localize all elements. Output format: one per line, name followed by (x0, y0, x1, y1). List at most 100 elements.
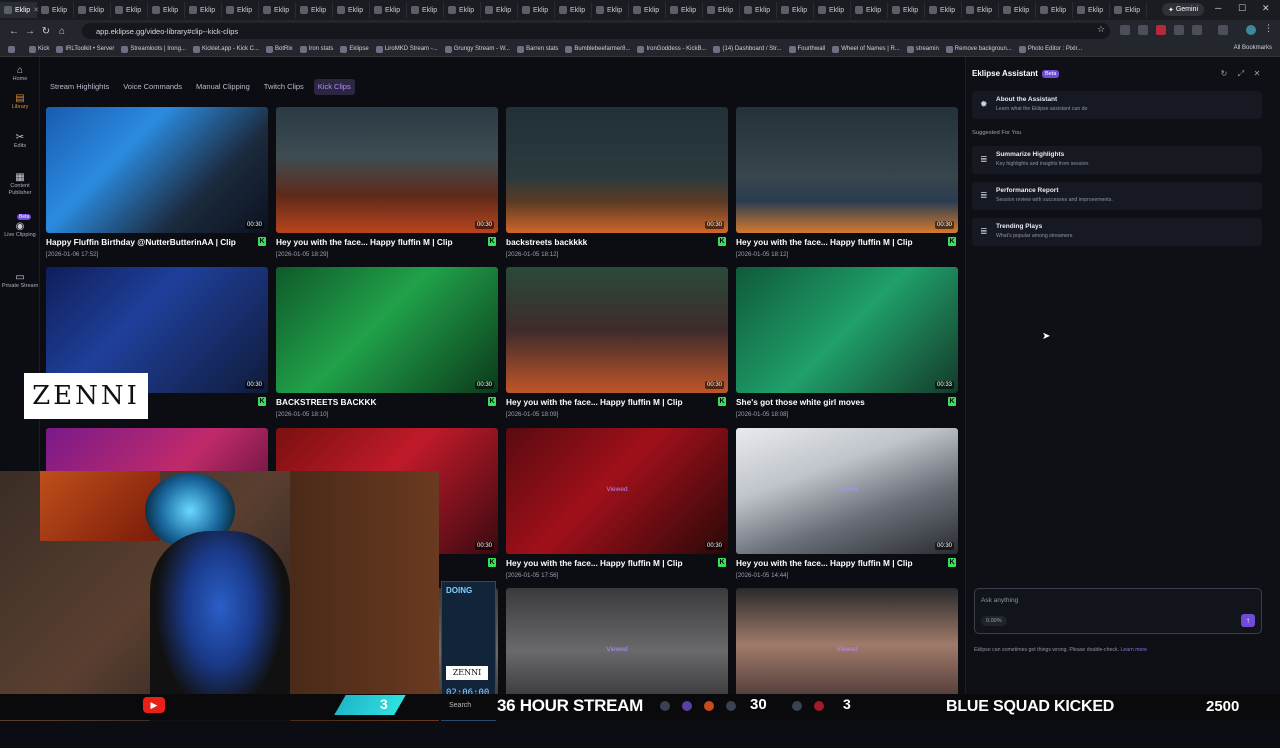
bookmark-item[interactable]: Grungy Stream - W... (444, 45, 510, 53)
suggestion-summarize-highlights[interactable]: ≣ Summarize Highlights Key highlights an… (972, 146, 1262, 174)
extension-icon[interactable] (1156, 25, 1166, 35)
browser-tab[interactable]: Eklip (925, 2, 962, 18)
expand-icon[interactable]: ⤢ (1236, 69, 1246, 79)
bookmark-item[interactable]: Bumblebeefarmer8... (565, 45, 630, 53)
browser-tab[interactable]: Eklip (111, 2, 148, 18)
refresh-icon[interactable]: ↻ (1219, 69, 1229, 78)
bookmark-item[interactable]: LiroMKD Stream -... (375, 45, 438, 53)
clip-thumbnail[interactable]: 00:30 (506, 107, 728, 233)
browser-tab[interactable]: Eklip (1110, 2, 1147, 18)
clip-card[interactable]: 00:30 Happy Fluffin Birthday @NutterButte… (46, 107, 268, 267)
clip-thumbnail[interactable]: 00:33 (736, 267, 958, 393)
clip-thumbnail[interactable]: 00:30 (276, 107, 498, 233)
menu-icon[interactable]: ⋮ (1264, 23, 1274, 33)
bookmark-star-icon[interactable]: ☆ (1097, 24, 1107, 34)
browser-tab[interactable]: Eklip (703, 2, 740, 18)
minimize-icon[interactable]: ─ (1215, 3, 1221, 13)
browser-tab[interactable]: Eklip (37, 2, 74, 18)
clip-thumbnail[interactable]: 00:30 (506, 267, 728, 393)
suggestion-performance-report[interactable]: ≣ Performance Report Session review with… (972, 182, 1262, 210)
learn-more-link[interactable]: Learn more (1121, 647, 1148, 653)
sidebar-item-home[interactable]: ⌂ Home (0, 66, 40, 83)
browser-tab[interactable]: Eklip (962, 2, 999, 18)
tab-voice-commands[interactable]: Voice Commands (119, 79, 186, 95)
clip-title[interactable]: backstreets backkkk (506, 237, 716, 247)
clip-title[interactable]: BACKSTREETS BACKKK (276, 397, 486, 407)
close-icon[interactable]: ✕ (1252, 69, 1262, 78)
browser-tab[interactable]: Eklip (555, 2, 592, 18)
bookmark-item[interactable]: streamin (906, 45, 939, 53)
browser-tab[interactable]: Eklip (481, 2, 518, 18)
bookmark-item[interactable]: Iron stats (299, 45, 333, 53)
home-browser-icon[interactable]: ⌂ (54, 26, 70, 37)
bookmark-item[interactable]: Fourthwall (788, 45, 825, 53)
bookmark-item[interactable]: Remove backgroun... (945, 45, 1012, 53)
bookmark-item[interactable]: Streamloots | Irong... (121, 45, 186, 53)
bookmark-item[interactable]: Eklipse (340, 45, 369, 53)
browser-tab[interactable]: Eklip (370, 2, 407, 18)
taskbar-app-icon[interactable] (682, 701, 692, 711)
clip-thumbnail[interactable]: 00:30 (736, 107, 958, 233)
browser-tab[interactable]: Eklip (888, 2, 925, 18)
clip-thumbnail[interactable]: 00:30 Viewed (736, 428, 958, 554)
all-bookmarks[interactable]: All Bookmarks (1234, 45, 1272, 51)
browser-tab[interactable]: Eklip (1073, 2, 1110, 18)
clip-title[interactable]: Hey you with the face... Happy fluffin M… (736, 558, 946, 568)
extension-icon[interactable] (1174, 25, 1184, 35)
clip-card[interactable]: 00:30 Hey you with the face... Happy fluf… (506, 267, 728, 427)
browser-tab[interactable]: Eklip (407, 2, 444, 18)
assistant-input[interactable]: Ask anything 0.00% ↑ (974, 588, 1262, 634)
sidebar-item-content-publisher[interactable]: ▦ Content Publisher (0, 173, 40, 197)
tab-twitch-clips[interactable]: Twitch Clips (260, 79, 308, 95)
downloads-icon[interactable] (1218, 25, 1228, 35)
taskbar-app-icon[interactable] (792, 701, 802, 711)
clip-thumbnail[interactable]: 00:30 (46, 107, 268, 233)
browser-tab[interactable]: Eklip (592, 2, 629, 18)
extension-icon[interactable] (1192, 25, 1202, 35)
clip-card[interactable]: 00:33 She's got those white girl moves K [2… (736, 267, 958, 427)
browser-tab[interactable]: Eklip ✕ (0, 2, 39, 18)
about-assistant-card[interactable]: ✹ About the Assistant Learn what the Ekl… (972, 91, 1262, 119)
clip-card[interactable]: 00:30 Hey you with the face... Happy fluf… (276, 107, 498, 267)
clip-title[interactable]: Happy Fluffin Birthday @NutterButterinAA… (46, 237, 256, 247)
suggestion-trending-plays[interactable]: ≣ Trending Plays What's popular among st… (972, 218, 1262, 246)
clip-card[interactable]: 00:30 Viewed Hey you with the face... Happ… (736, 428, 958, 588)
browser-tab[interactable]: Eklip (814, 2, 851, 18)
extension-icon[interactable] (1120, 25, 1130, 35)
sidebar-item-edits[interactable]: ✂ Edits (0, 133, 40, 150)
browser-tab[interactable]: Eklip (740, 2, 777, 18)
taskbar-app-icon[interactable] (704, 701, 714, 711)
browser-tab[interactable]: Eklip (444, 2, 481, 18)
bookmark-item[interactable]: BotRix (265, 45, 293, 53)
url-field[interactable]: app.eklipse.gg/video-library#clip--kick-… (82, 23, 1110, 39)
apps-icon[interactable] (8, 45, 15, 53)
clip-thumbnail[interactable]: 00:30 Viewed (506, 428, 728, 554)
bookmark-item[interactable]: Barren stats (517, 45, 558, 53)
reload-icon[interactable]: ↻ (38, 26, 54, 37)
clip-card[interactable]: Viewed (736, 588, 958, 748)
taskbar-app-icon[interactable] (660, 701, 670, 711)
bookmark-item[interactable]: Kicklet.app - Kick C... (192, 45, 259, 53)
taskbar-app-icon[interactable] (814, 701, 824, 711)
send-button[interactable]: ↑ (1241, 614, 1255, 627)
tab-stream-highlights[interactable]: Stream Highlights (46, 79, 113, 95)
taskbar-search[interactable]: Search (449, 702, 471, 709)
forward-icon[interactable]: → (22, 26, 38, 37)
profile-avatar[interactable] (1246, 25, 1256, 35)
clip-card[interactable]: 00:30 BACKSTREETS BACKKK K [2026-01-05 18:1… (276, 267, 498, 427)
browser-tab[interactable]: Eklip (851, 2, 888, 18)
bookmark-item[interactable]: (14) Dashboard / Str... (713, 45, 782, 53)
sidebar-item-private-stream[interactable]: ▭ Private Stream (0, 273, 40, 290)
browser-tab[interactable]: Eklip (777, 2, 814, 18)
clip-title[interactable]: Hey you with the face... Happy fluffin M… (736, 237, 946, 247)
clip-card[interactable]: 00:30 backstreets backkkk K [2026-01-05 18:… (506, 107, 728, 267)
clip-card[interactable]: Viewed (506, 588, 728, 748)
tab-manual-clipping[interactable]: Manual Clipping (192, 79, 254, 95)
clip-card[interactable]: 00:30 Hey you with the face... Happy fluf… (736, 107, 958, 267)
browser-tab[interactable]: Eklip (999, 2, 1036, 18)
browser-tab[interactable]: Eklip (222, 2, 259, 18)
browser-tab[interactable]: Eklip (629, 2, 666, 18)
tab-kick-clips[interactable]: Kick Clips (313, 79, 355, 95)
bookmark-item[interactable]: Kick (29, 45, 49, 53)
bookmark-item[interactable]: Wheel of Names | R... (832, 45, 900, 53)
